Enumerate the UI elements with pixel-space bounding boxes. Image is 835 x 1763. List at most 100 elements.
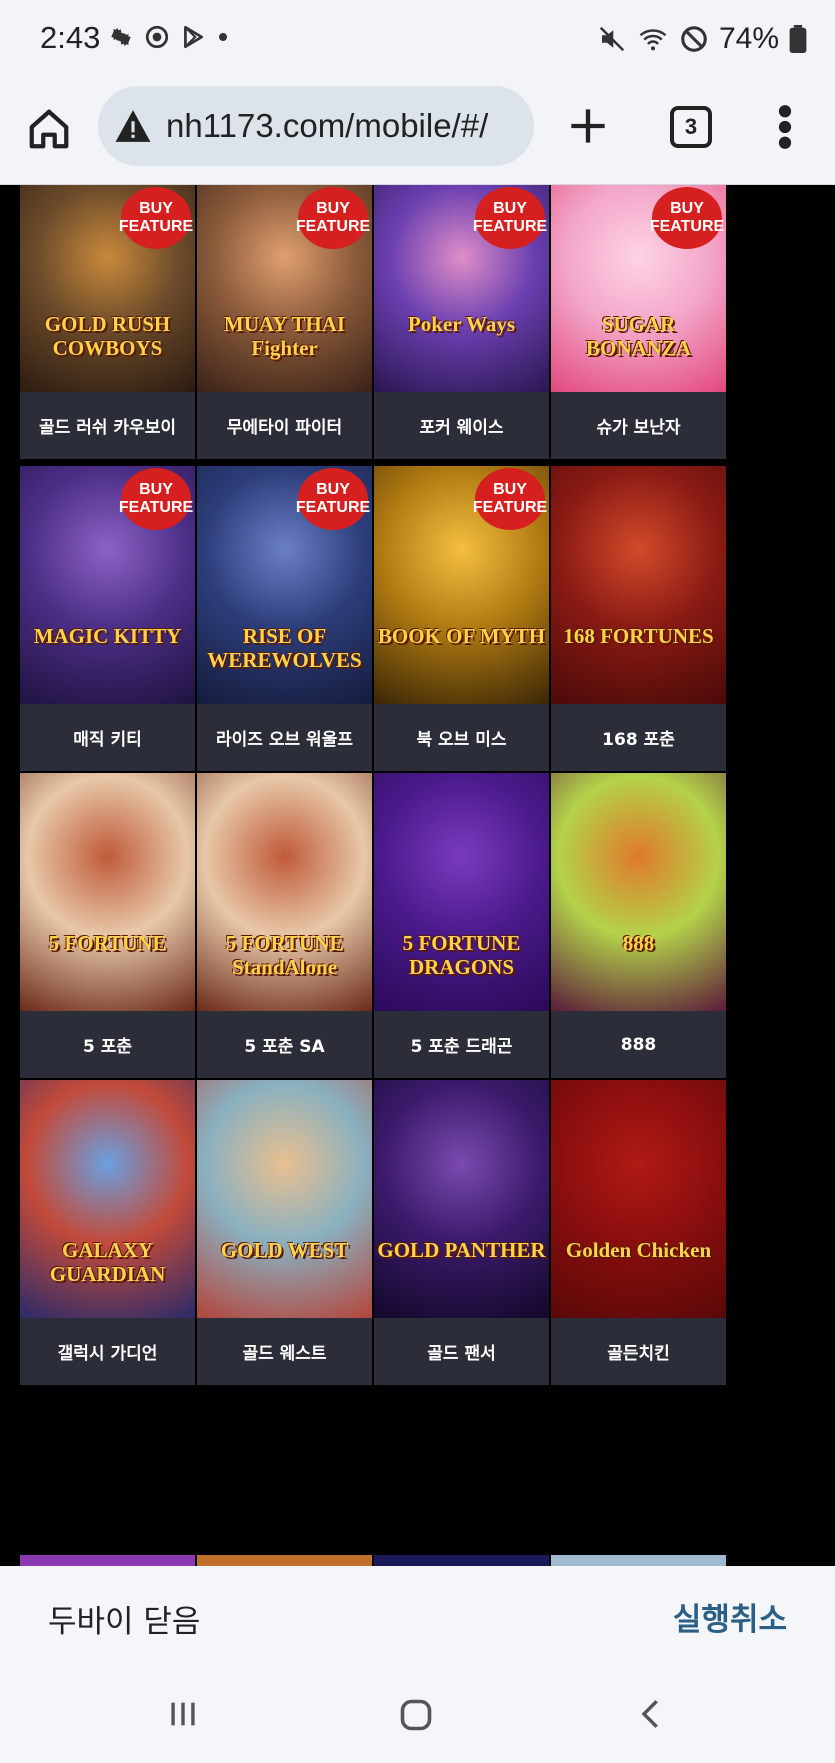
buy-badge-line2: FEATURE	[295, 218, 371, 235]
next-row-partial	[20, 1555, 815, 1566]
game-art-title: Golden Chicken	[565, 1238, 712, 1262]
game-tile[interactable]: 5 FORTUNE DRAGONS 5 포춘 드래곤	[374, 773, 549, 1078]
status-left-icons	[108, 24, 230, 50]
buy-badge-line2: FEATURE	[118, 218, 194, 235]
game-tile-partial[interactable]	[20, 1555, 195, 1566]
game-tile[interactable]: 5 FORTUNE StandAlone 5 포춘 SA	[197, 773, 372, 1078]
game-thumbnail[interactable]: GOLD RUSH COWBOYS BUY FEATURE	[20, 185, 195, 392]
game-tile[interactable]: BOOK OF MYTH BUY FEATURE 북 오브 미스	[374, 466, 549, 771]
buy-badge-line2: FEATURE	[118, 499, 194, 516]
sync-icon	[145, 25, 169, 49]
buy-feature-badge: BUY FEATURE	[295, 187, 371, 249]
buy-badge-line1: BUY	[316, 481, 350, 498]
game-thumbnail[interactable]: BOOK OF MYTH BUY FEATURE	[374, 466, 549, 704]
game-label[interactable]: 888	[551, 1011, 726, 1078]
buy-badge-line2: FEATURE	[649, 218, 725, 235]
buy-badge-line1: BUY	[139, 200, 173, 217]
game-label[interactable]: 골드 러쉬 카우보이	[20, 392, 195, 459]
address-bar[interactable]: nh1173.com/mobile/#/	[98, 86, 534, 166]
status-time: 2:43	[40, 20, 101, 55]
game-label[interactable]: 갤럭시 가디언	[20, 1318, 195, 1385]
game-tile-partial[interactable]	[197, 1555, 372, 1566]
game-tile[interactable]: MAGIC KITTY BUY FEATURE 매직 키티	[20, 466, 195, 771]
game-tile[interactable]: GOLD PANTHER 골드 팬서	[374, 1080, 549, 1385]
home-nav-icon[interactable]	[398, 1697, 434, 1733]
new-tab-icon[interactable]	[568, 106, 608, 146]
game-art-title: MAGIC KITTY	[33, 624, 182, 648]
buy-badge-line1: BUY	[493, 481, 527, 498]
game-tile[interactable]: MUAY THAI Fighter BUY FEATURE 무에타이 파이터	[197, 185, 372, 459]
game-label[interactable]: 포커 웨이스	[374, 392, 549, 459]
no-disturb-icon	[681, 26, 707, 52]
game-label[interactable]: 매직 키티	[20, 704, 195, 771]
url-text[interactable]: nh1173.com/mobile/#/	[166, 107, 488, 145]
tab-count: 3	[684, 114, 698, 139]
battery-percent: 74%	[718, 22, 779, 55]
game-thumbnail[interactable]: GOLD WEST	[197, 1080, 372, 1318]
game-thumbnail[interactable]: MUAY THAI Fighter BUY FEATURE	[197, 185, 372, 392]
game-tile[interactable]: 888 888	[551, 773, 726, 1078]
game-tile[interactable]: GOLD RUSH COWBOYS BUY FEATURE 골드 러쉬 카우보이	[20, 185, 195, 459]
game-label[interactable]: 골드 팬서	[374, 1318, 549, 1385]
buy-badge-line2: FEATURE	[295, 499, 371, 516]
game-tile[interactable]: SUGAR BONANZA BUY FEATURE 슈가 보난자	[551, 185, 726, 459]
game-art-title: Poker Ways	[407, 312, 516, 336]
browser-toolbar: nh1173.com/mobile/#/ 3	[0, 80, 835, 185]
game-tile[interactable]: 168 FORTUNES 168 포춘	[551, 466, 726, 771]
game-art-title: GOLD PANTHER	[377, 1238, 546, 1262]
gear-icon	[111, 27, 131, 47]
mute-icon	[599, 26, 625, 52]
game-label[interactable]: 라이즈 오브 워울프	[197, 704, 372, 771]
game-art-title: 888	[622, 931, 655, 955]
buy-badge-line1: BUY	[493, 200, 527, 217]
buy-badge-line2: FEATURE	[472, 218, 548, 235]
game-tile[interactable]: Poker Ways BUY FEATURE 포커 웨이스	[374, 185, 549, 459]
game-tile[interactable]: GALAXY GUARDIAN 갤럭시 가디언	[20, 1080, 195, 1385]
game-thumbnail[interactable]: 888	[551, 773, 726, 1011]
game-art-title: RISE OF WEREWOLVES	[207, 624, 362, 672]
warning-icon[interactable]	[114, 108, 152, 144]
undo-button[interactable]: 실행취소	[673, 1594, 787, 1639]
system-nav-bar	[0, 1671, 835, 1763]
game-thumbnail[interactable]: 5 FORTUNE	[20, 773, 195, 1011]
game-thumbnail[interactable]: 5 FORTUNE StandAlone	[197, 773, 372, 1011]
game-thumbnail[interactable]: MAGIC KITTY BUY FEATURE	[20, 466, 195, 704]
game-art-title: SUGAR BONANZA	[585, 312, 691, 360]
home-icon[interactable]	[26, 106, 72, 152]
game-label[interactable]: 168 포춘	[551, 704, 726, 771]
game-thumbnail[interactable]: Poker Ways BUY FEATURE	[374, 185, 549, 392]
buy-badge-line1: BUY	[316, 200, 350, 217]
buy-feature-badge: BUY FEATURE	[118, 468, 194, 530]
game-thumbnail[interactable]: Golden Chicken	[551, 1080, 726, 1318]
game-thumbnail[interactable]: GOLD PANTHER	[374, 1080, 549, 1318]
game-tile-partial[interactable]	[374, 1555, 549, 1566]
game-art-title: 5 FORTUNE StandAlone	[225, 931, 344, 979]
game-thumbnail[interactable]: 168 FORTUNES	[551, 466, 726, 704]
back-icon[interactable]	[634, 1697, 668, 1731]
game-tile[interactable]: GOLD WEST 골드 웨스트	[197, 1080, 372, 1385]
game-label[interactable]: 북 오브 미스	[374, 704, 549, 771]
game-tile-partial[interactable]	[551, 1555, 726, 1566]
game-tile[interactable]: Golden Chicken 골든치킨	[551, 1080, 726, 1385]
game-label[interactable]: 골든치킨	[551, 1318, 726, 1385]
game-art-title: 5 FORTUNE DRAGONS	[402, 931, 521, 979]
game-label[interactable]: 5 포춘 드래곤	[374, 1011, 549, 1078]
game-thumbnail[interactable]: RISE OF WEREWOLVES BUY FEATURE	[197, 466, 372, 704]
game-label[interactable]: 골드 웨스트	[197, 1318, 372, 1385]
game-label[interactable]: 슈가 보난자	[551, 392, 726, 459]
game-thumbnail[interactable]: GALAXY GUARDIAN	[20, 1080, 195, 1318]
game-label[interactable]: 5 포춘	[20, 1011, 195, 1078]
game-label[interactable]: 무에타이 파이터	[197, 392, 372, 459]
game-thumbnail[interactable]: SUGAR BONANZA BUY FEATURE	[551, 185, 726, 392]
buy-feature-badge: BUY FEATURE	[295, 468, 371, 530]
wifi-icon	[639, 29, 667, 51]
buy-feature-badge: BUY FEATURE	[118, 187, 194, 249]
game-tile[interactable]: 5 FORTUNE 5 포춘	[20, 773, 195, 1078]
game-tile[interactable]: RISE OF WEREWOLVES BUY FEATURE 라이즈 오브 워울프	[197, 466, 372, 771]
tab-switcher-button[interactable]: 3	[670, 106, 712, 148]
more-options-icon[interactable]	[778, 104, 792, 150]
recents-icon[interactable]	[166, 1697, 200, 1731]
game-thumbnail[interactable]: 5 FORTUNE DRAGONS	[374, 773, 549, 1011]
game-label[interactable]: 5 포춘 SA	[197, 1011, 372, 1078]
buy-badge-line1: BUY	[670, 200, 704, 217]
